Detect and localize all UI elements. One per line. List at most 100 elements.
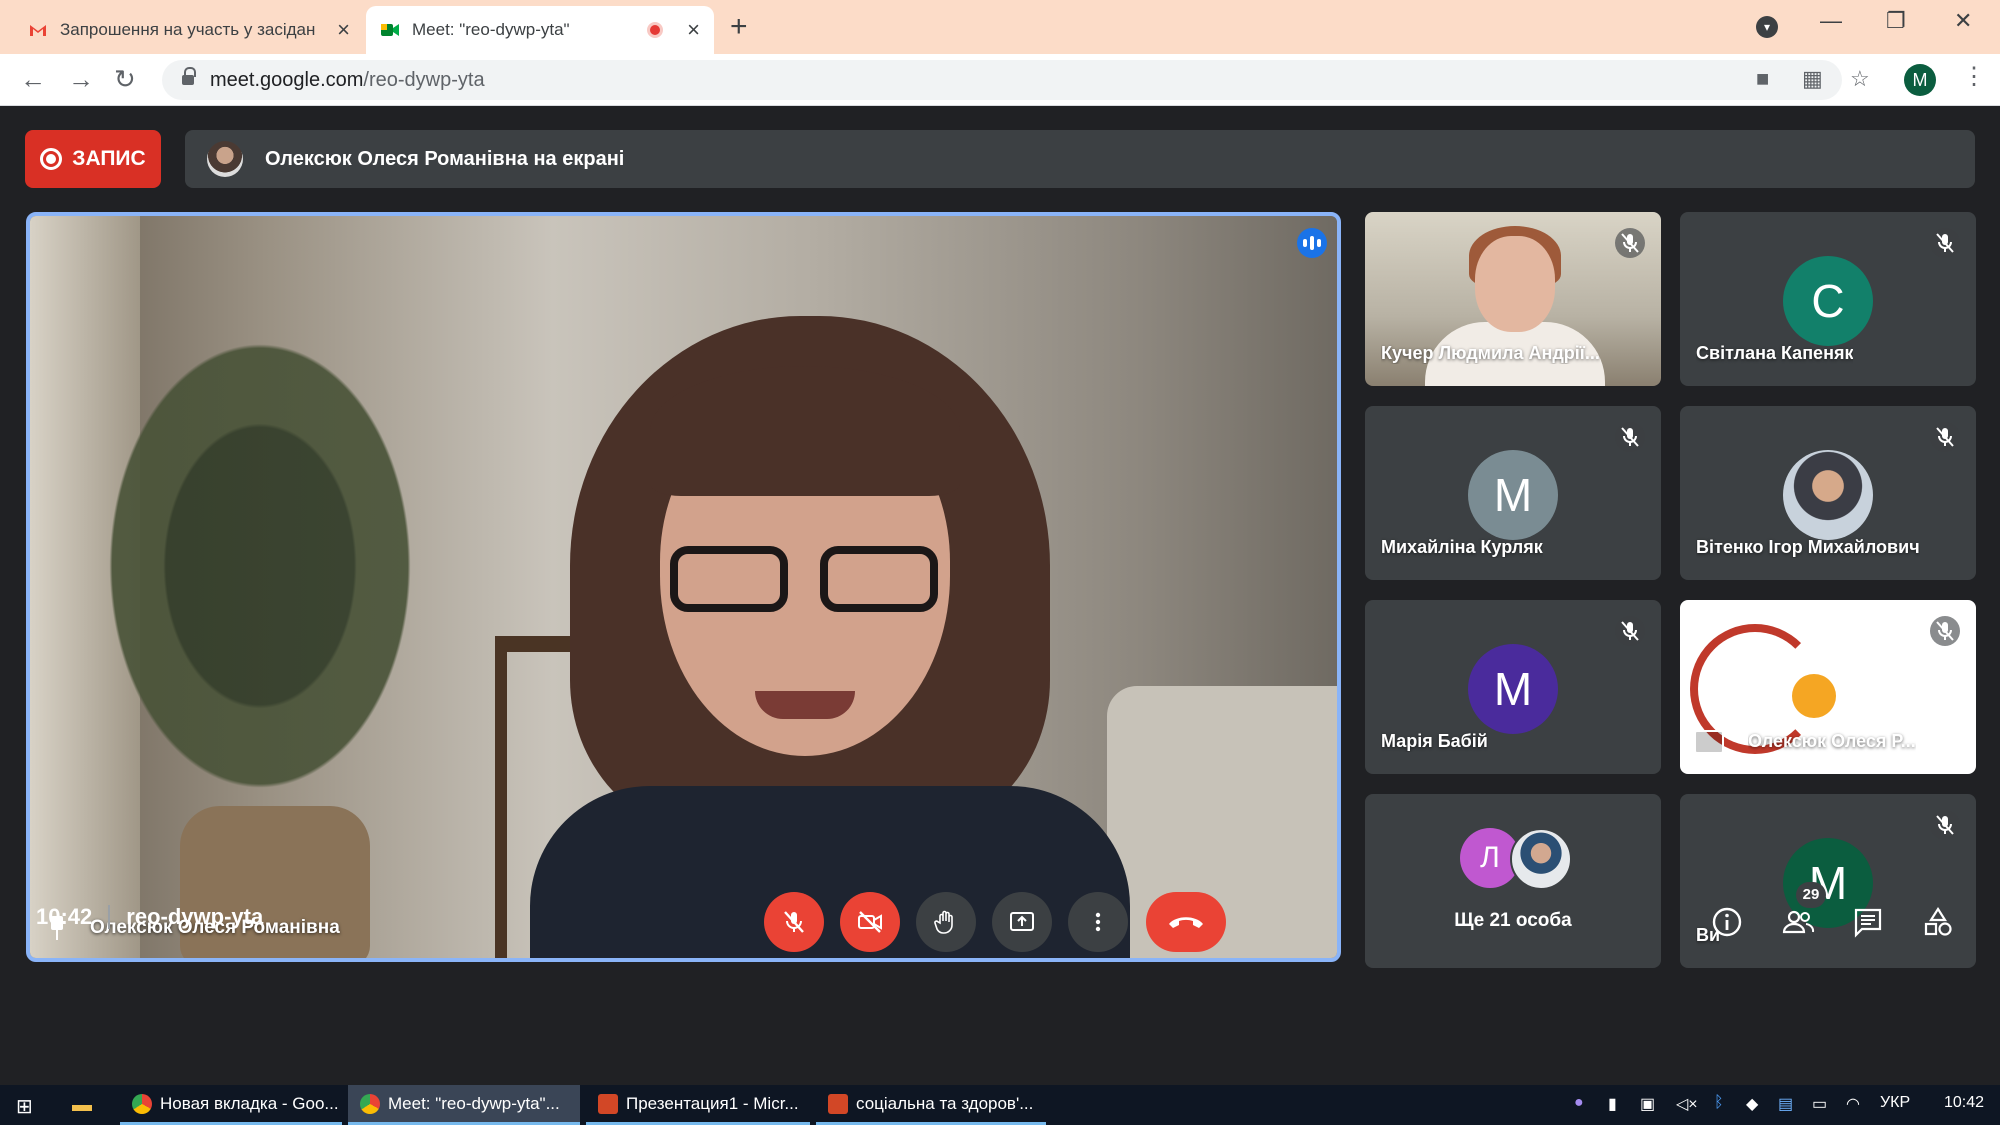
tab-invitation[interactable]: Запрошення на участь у засідан × [14, 6, 364, 54]
viber-icon[interactable]: ● [1574, 1094, 1584, 1112]
participant-video-face [1475, 236, 1555, 332]
close-tab-icon[interactable]: × [337, 17, 350, 43]
mic-off-icon [1615, 616, 1645, 646]
tab-meet[interactable]: Meet: "reo-dywp-yta" × [366, 6, 714, 54]
record-icon [40, 148, 63, 170]
more-options-button[interactable] [1068, 892, 1128, 952]
chat-icon [1854, 908, 1882, 938]
participant-avatar: M [1468, 644, 1558, 734]
profile-avatar[interactable]: M [1904, 64, 1936, 96]
camera-off-icon [858, 911, 882, 933]
windows-start-icon[interactable]: ⊞ [16, 1094, 33, 1119]
hang-up-icon [1169, 917, 1203, 928]
url-text: meet.google.com/reo-dywp-yta [210, 69, 485, 92]
taskbar-item-powerpoint[interactable]: Презентация1 - Micr... [586, 1085, 810, 1125]
slide-apple-image [1792, 674, 1836, 718]
divider [108, 905, 111, 929]
taskbar-item-label: Презентация1 - Micr... [626, 1093, 799, 1113]
participant-tile[interactable]: M Марія Бабій [1365, 600, 1661, 774]
forward-button[interactable]: → [68, 64, 94, 95]
people-icon [1782, 910, 1815, 934]
volume-muted-icon[interactable]: ◁× [1676, 1094, 1698, 1114]
taskbar-item-label: соціальна та здоров'... [856, 1093, 1034, 1113]
google-meet-icon [381, 24, 399, 36]
participant-tile[interactable]: C Світлана Капеняк [1680, 212, 1976, 386]
address-bar-row: ← → ↻ meet.google.com/reo-dywp-yta ■ ▦ ☆ [0, 54, 2000, 106]
microphone-toggle-button[interactable] [764, 892, 824, 952]
participant-tile[interactable]: M Михайліна Курляк [1365, 406, 1661, 580]
close-tab-icon[interactable]: × [687, 17, 700, 43]
recording-button[interactable]: ЗАПИС [25, 130, 161, 188]
taskbar-item-label: Новая вкладка - Goo... [160, 1093, 339, 1113]
participant-name: Марія Бабій [1381, 731, 1488, 751]
present-screen-icon [1010, 912, 1034, 931]
mic-off-icon [784, 911, 804, 933]
security-tray-icon[interactable]: ◆ [1746, 1094, 1758, 1114]
background-plant [70, 286, 450, 846]
new-tab-button[interactable]: + [730, 10, 748, 44]
windows-taskbar: ⊞ ▬ Новая вкладка - Goo... Meet: "reo-dy… [0, 1085, 2000, 1125]
participants-count-badge: 29 [1796, 882, 1826, 908]
mic-off-icon [1930, 228, 1960, 258]
mic-off-icon [1930, 616, 1960, 646]
url-host: meet.google.com [210, 68, 364, 91]
taskbar-item-meet[interactable]: Meet: "reo-dywp-yta"... [348, 1085, 580, 1125]
raise-hand-icon [934, 910, 953, 934]
presentation-tile[interactable]: Олексюк Олеся Р... [1680, 600, 1976, 774]
taskbar-item-powerpoint[interactable]: соціальна та здоров'... [816, 1085, 1046, 1125]
close-window-button[interactable]: ✕ [1954, 8, 1972, 34]
taskbar-clock[interactable]: 10:42 [1944, 1094, 1984, 1112]
url-path: /reo-dywp-yta [363, 68, 485, 91]
participant-name: Кучер Людмила Андрії... [1381, 343, 1600, 363]
more-participants-tile[interactable]: Л Ще 21 особа [1365, 794, 1661, 968]
mic-off-icon [1930, 422, 1960, 452]
browser-menu-icon[interactable]: ⋮ [1962, 62, 1986, 91]
browser-tab-strip: Запрошення на участь у засідан × Meet: "… [0, 0, 2000, 54]
language-indicator[interactable]: УКР [1880, 1094, 1910, 1112]
leave-call-button[interactable] [1146, 892, 1226, 952]
presenting-banner[interactable]: Олексюк Олеся Романівна на екрані [185, 130, 1975, 188]
url-bar[interactable]: meet.google.com/reo-dywp-yta [162, 60, 1842, 100]
qr-code-icon[interactable]: ▦ [1802, 66, 1823, 92]
participant-tile[interactable]: Кучер Людмила Андрії... [1365, 212, 1661, 386]
reload-button[interactable]: ↻ [114, 64, 136, 95]
bookmark-star-icon[interactable]: ☆ [1850, 66, 1870, 92]
bluetooth-icon[interactable]: ᛒ [1714, 1094, 1724, 1112]
raise-hand-button[interactable] [916, 892, 976, 952]
activities-button[interactable] [1920, 904, 1956, 940]
self-tile[interactable]: M Ви [1680, 794, 1976, 968]
participant-name: Михайліна Курляк [1381, 537, 1543, 557]
display-tray-icon[interactable]: ▣ [1640, 1094, 1655, 1114]
main-speaker-tile[interactable]: Олексюк Олеся Романівна [26, 212, 1341, 962]
camera-toggle-button[interactable] [840, 892, 900, 952]
chat-button[interactable] [1850, 904, 1886, 940]
minimize-button[interactable]: — [1820, 8, 1842, 34]
back-button[interactable]: ← [20, 64, 46, 95]
recording-label: ЗАПИС [72, 147, 146, 170]
profile-dropdown-icon[interactable]: ▾ [1756, 16, 1778, 38]
wifi-icon[interactable]: ◠ [1846, 1094, 1860, 1114]
microphone-tray-icon[interactable]: ▮ [1608, 1094, 1617, 1114]
taskbar-item-chrome[interactable]: Новая вкладка - Goo... [120, 1085, 342, 1125]
participant-avatar: C [1783, 256, 1873, 346]
presenting-text: Олексюк Олеся Романівна на екрані [265, 147, 625, 170]
powerpoint-icon [598, 1093, 618, 1114]
meeting-details-button[interactable] [1709, 904, 1745, 940]
battery-icon[interactable]: ▭ [1812, 1094, 1827, 1114]
more-participants-label: Ще 21 особа [1454, 910, 1572, 931]
powerpoint-icon [828, 1093, 848, 1114]
participant-avatar-photo [1783, 450, 1873, 540]
participant-name: Вітенко Ігор Михайлович [1696, 537, 1920, 557]
more-vert-icon [1095, 912, 1101, 932]
network-tray-icon[interactable]: ▤ [1778, 1094, 1793, 1114]
camera-in-use-icon[interactable]: ■ [1756, 66, 1769, 92]
present-screen-button[interactable] [992, 892, 1052, 952]
speaker-video [510, 306, 1130, 958]
participant-name: Олексюк Олеся Р... [1748, 731, 1916, 751]
participant-tile[interactable]: Вітенко Ігор Михайлович [1680, 406, 1976, 580]
participants-button[interactable] [1780, 904, 1816, 940]
tab-title: Meet: "reo-dywp-yta" [412, 20, 570, 39]
restore-button[interactable]: ❐ [1886, 8, 1906, 34]
participant-avatar-photo [1510, 828, 1572, 890]
file-explorer-icon[interactable]: ▬ [72, 1094, 92, 1117]
